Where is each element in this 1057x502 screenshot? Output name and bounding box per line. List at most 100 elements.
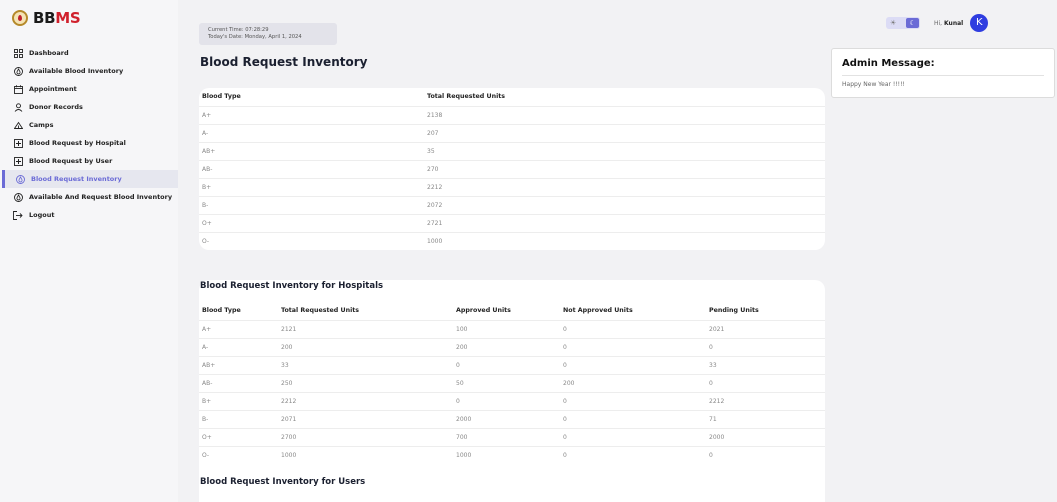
sidebar-item-label: Available And Request Blood Inventory	[29, 193, 173, 201]
logo-icon	[12, 10, 28, 26]
admin-message-title: Admin Message:	[842, 58, 935, 69]
blood-request-inventory-card: Blood Type Total Requested Units A+ 2138 …	[199, 88, 825, 250]
table-cell: 0	[560, 391, 706, 410]
droplet-icon	[13, 192, 23, 202]
datetime-panel: Current Time: 07:28:29 Today's Date: Mon…	[199, 23, 337, 45]
sidebar-item-label: Camps	[29, 121, 54, 129]
table-row: B+ 2212	[199, 177, 825, 196]
sidebar-item-available-blood-inventory[interactable]: Available Blood Inventory	[0, 62, 178, 80]
table-cell: 2721	[424, 213, 825, 232]
table-cell: 2072	[424, 195, 825, 214]
table-cell: 2000	[706, 427, 825, 446]
table-cell: 0	[453, 391, 560, 410]
sidebar-item-camps[interactable]: Camps	[0, 116, 178, 134]
moon-icon: ☾	[906, 18, 919, 28]
sidebar-item-label: Logout	[29, 211, 55, 219]
column-header: Total Requested Units	[281, 307, 360, 315]
plus-box-icon	[13, 138, 23, 148]
table-row: B- 2072	[199, 195, 825, 214]
sidebar-item-dashboard[interactable]: Dashboard	[0, 44, 178, 62]
table-cell: 2700	[278, 427, 453, 446]
table-cell: 2212	[278, 391, 453, 410]
table-cell: 2121	[278, 319, 453, 338]
table-cell: A-	[199, 337, 278, 356]
table-cell: 200	[560, 373, 706, 392]
logo[interactable]: BBMS	[12, 9, 81, 27]
camp-icon	[13, 120, 23, 130]
table-cell: A+	[199, 105, 424, 124]
sidebar-item-donor-records[interactable]: Donor Records	[0, 98, 178, 116]
table-cell: AB+	[199, 141, 424, 160]
droplet-icon	[15, 174, 25, 184]
table-row: O- 1000	[199, 231, 825, 250]
table-cell: 1000	[278, 445, 453, 464]
calendar-icon	[13, 84, 23, 94]
sidebar-item-appointment[interactable]: Appointment	[0, 80, 178, 98]
table-cell: AB-	[199, 373, 278, 392]
column-header: Total Requested Units	[427, 93, 506, 101]
table-cell: B+	[199, 391, 278, 410]
table-cell: 1000	[453, 445, 560, 464]
table-header-row: Blood Type Total Requested Units	[199, 88, 825, 106]
table-row: AB+ 35	[199, 141, 825, 160]
sidebar-item-blood-request-by-user[interactable]: Blood Request by User	[0, 152, 178, 170]
table-cell: 0	[560, 427, 706, 446]
table-header-row: Blood Type Total Requested Units Approve…	[199, 302, 825, 320]
plus-box-icon	[13, 156, 23, 166]
table-cell: 207	[424, 123, 825, 142]
sidebar-item-label: Available Blood Inventory	[29, 67, 124, 75]
table-cell: 270	[424, 159, 825, 178]
sidebar-item-label: Dashboard	[29, 49, 69, 57]
table-cell: 0	[560, 355, 706, 374]
table-row: O+ 2721	[199, 213, 825, 232]
sidebar-item-label: Blood Request Inventory	[31, 175, 122, 183]
table-row: O+ 2700 700 0 2000	[199, 427, 825, 446]
column-header: Approved Units	[456, 307, 511, 315]
table-cell: O+	[199, 213, 424, 232]
today-date: Today's Date: Monday, April 1, 2024	[208, 34, 302, 40]
sidebar-item-available-and-request-blood-inventory[interactable]: Available And Request Blood Inventory	[0, 188, 178, 206]
table-cell: 100	[453, 319, 560, 338]
table-cell: O-	[199, 231, 424, 250]
table-cell: B+	[199, 177, 424, 196]
table-row: B+ 2212 0 0 2212	[199, 391, 825, 410]
sidebar-item-label: Donor Records	[29, 103, 83, 111]
table-cell: B-	[199, 195, 424, 214]
logo-text: BBMS	[33, 9, 81, 27]
sidebar-item-logout[interactable]: Logout	[0, 206, 178, 224]
user-bar: ☀ ☾ Hi, Kunal K	[886, 14, 989, 32]
hospital-inventory-card: Blood Type Total Requested Units Approve…	[199, 280, 825, 502]
sidebar-item-blood-request-inventory[interactable]: Blood Request Inventory	[2, 170, 178, 188]
table-cell: 1000	[424, 231, 825, 250]
table-cell: 50	[453, 373, 560, 392]
sun-icon: ☀	[890, 19, 897, 27]
hospital-inventory-title: Blood Request Inventory for Hospitals	[200, 281, 384, 291]
table-cell: 35	[424, 141, 825, 160]
table-cell: 0	[560, 409, 706, 428]
sidebar-item-blood-request-by-hospital[interactable]: Blood Request by Hospital	[0, 134, 178, 152]
table-cell: AB+	[199, 355, 278, 374]
table-cell: 2138	[424, 105, 825, 124]
table-cell: 0	[706, 445, 825, 464]
divider	[842, 75, 1044, 76]
table-cell: 2212	[706, 391, 825, 410]
table-row: B- 2071 2000 0 71	[199, 409, 825, 428]
table-cell: 2000	[453, 409, 560, 428]
user-inventory-title: Blood Request Inventory for Users	[200, 477, 366, 487]
column-header: Pending Units	[709, 307, 759, 315]
blood-request-inventory-table: Blood Type Total Requested Units A+ 2138 …	[199, 88, 825, 250]
table-cell: 0	[560, 337, 706, 356]
column-header: Blood Type	[202, 307, 241, 315]
table-cell: 2071	[278, 409, 453, 428]
table-cell: 200	[453, 337, 560, 356]
page-title: Blood Request Inventory	[200, 55, 368, 69]
table-cell: 0	[560, 445, 706, 464]
sidebar-item-label: Appointment	[29, 85, 77, 93]
table-row: A- 200 200 0 0	[199, 337, 825, 356]
sidebar: BBMS Dashboard Available Blood Inventory…	[0, 0, 178, 502]
admin-message-card: Admin Message: Happy New Year !!!!!	[831, 48, 1055, 98]
table-cell: A-	[199, 123, 424, 142]
theme-toggle[interactable]: ☀ ☾	[886, 17, 920, 29]
admin-message-text: Happy New Year !!!!!	[842, 81, 905, 88]
avatar[interactable]: K	[970, 14, 989, 32]
